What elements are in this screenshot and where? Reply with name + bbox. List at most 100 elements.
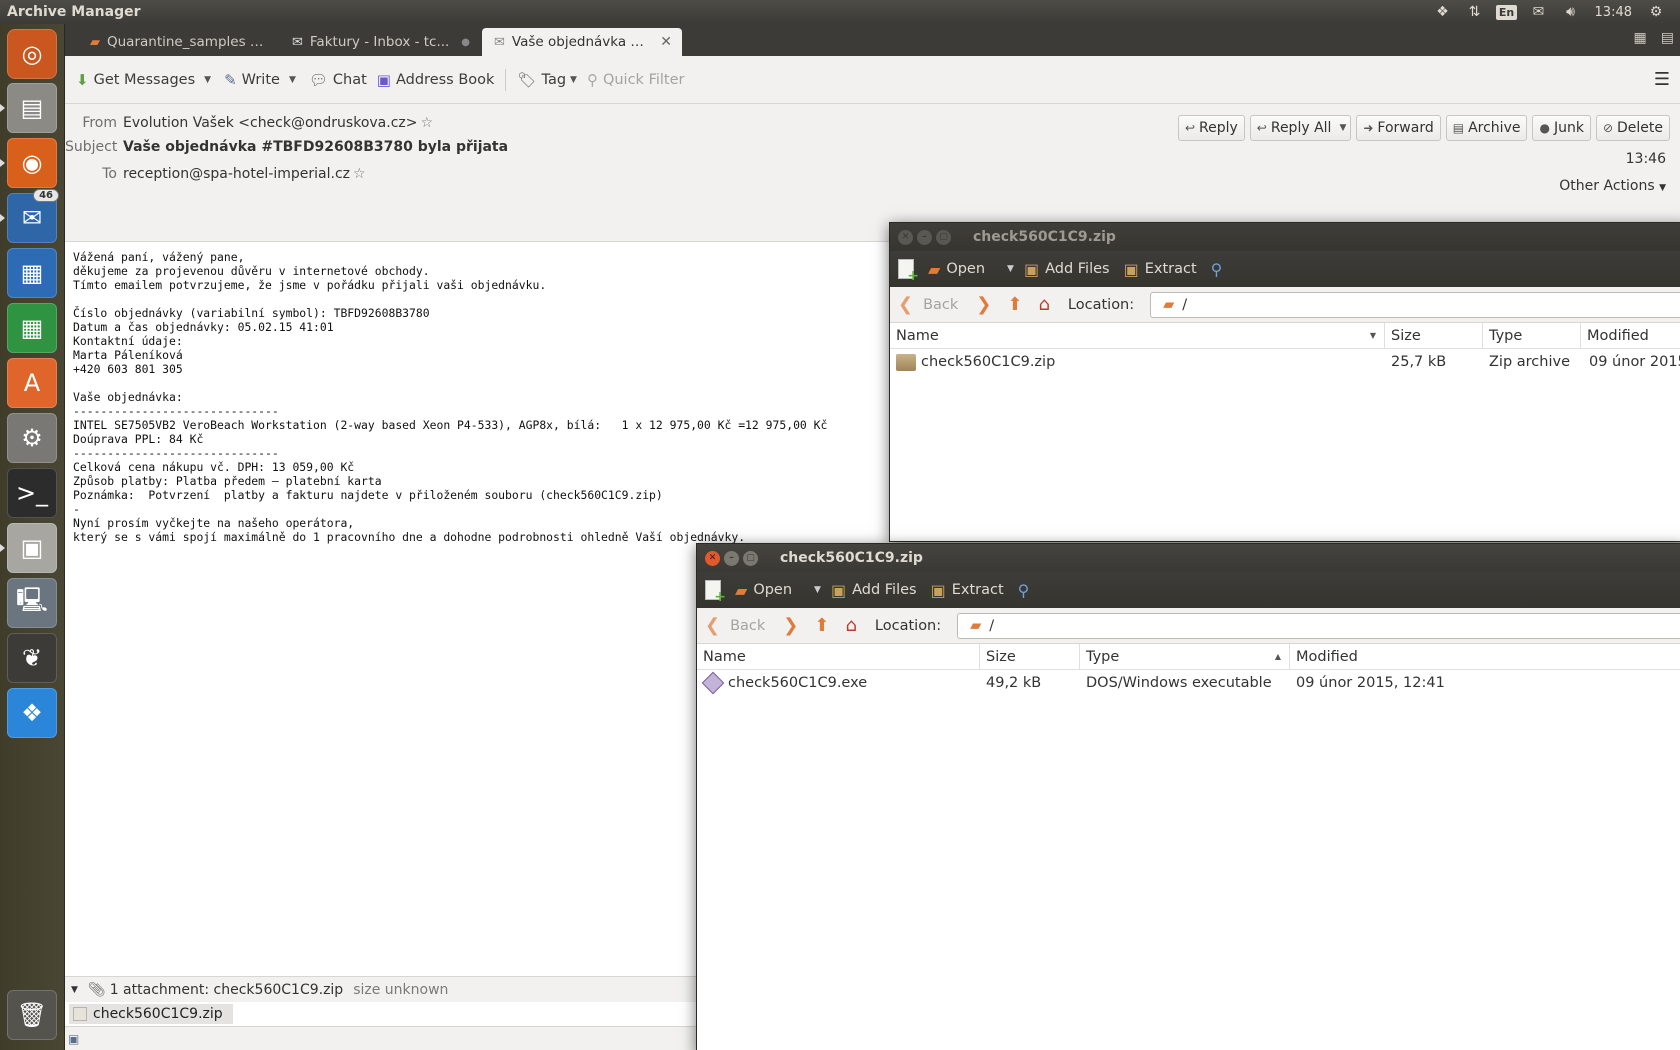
minimize-window-icon[interactable]: – [724,550,739,566]
writer-icon[interactable]: ▦ [7,248,57,298]
up-arrow-icon[interactable]: ⬆ [1007,294,1022,315]
archive-button[interactable]: ▤ Archive [1445,115,1528,141]
new-archive-button[interactable] [705,580,726,605]
tag-button[interactable]: 🏷︎ Tag ▼ [512,65,582,95]
expand-triangle-icon[interactable]: ▼ [71,985,78,995]
add-files-button[interactable]: ▣ Add Files [831,581,917,600]
power-gear-icon[interactable]: ⚙ [1640,0,1672,24]
extract-button[interactable]: ▣ Extract [1124,260,1197,279]
keyboard-layout-indicator[interactable]: En [1491,0,1523,24]
to-value[interactable]: reception@spa-hotel-imperial.cz [123,166,350,182]
junk-button[interactable]: ● Junk [1532,115,1591,141]
archive-manager-icon[interactable]: ▣ [7,523,57,573]
online-status-icon[interactable]: ▣ [68,1032,79,1046]
chat-button[interactable]: 💬︎ Chat [304,65,372,95]
attachment-item[interactable]: check560C1C9.zip [69,1004,233,1024]
to-row: To reception@spa-hotel-imperial.cz ☆ [65,166,366,182]
system-settings-icon[interactable]: ⚙ [7,413,57,463]
column-modified[interactable]: Modified [1581,323,1680,348]
add-files-button[interactable]: ▣ Add Files [1024,260,1110,279]
up-arrow-icon[interactable]: ⬆ [814,615,829,636]
location-input[interactable]: ▰ / [1150,291,1680,318]
close-window-icon[interactable]: ✕ [898,229,913,245]
home-icon[interactable]: ⌂ [845,615,856,636]
trash-icon[interactable]: 🗑︎ [7,990,57,1040]
file-modified: 09 únor 2015, 12:41 [1296,675,1445,691]
forward-button[interactable]: ➜ Forward [1356,115,1441,141]
extract-button[interactable]: ▣ Extract [931,581,1004,600]
calc-icon[interactable]: ▦ [7,303,57,353]
mail-icon[interactable]: ✉ [1523,0,1555,24]
home-icon[interactable]: ⌂ [1038,294,1049,315]
file-row[interactable]: check560C1C9.exe 49,2 kB DOS/Windows exe… [697,670,1680,696]
open-dropdown-icon[interactable]: ▼ [814,585,821,595]
dash-home-icon[interactable]: ◎ [7,29,57,79]
tab-quarantine-samples[interactable]: ▰ Quarantine_samples - ... [78,28,278,56]
column-size[interactable]: Size [980,644,1080,669]
forward-arrow-icon[interactable]: ❯ [976,294,991,315]
open-button[interactable]: ▰ Open [735,581,792,600]
butterfly-app-icon[interactable]: ❦ [7,633,57,683]
tab-faktury-inbox[interactable]: ✉ Faktury - Inbox - tc... ● [280,28,480,56]
tab-list-icon[interactable]: ▦ [1634,30,1647,46]
from-label: From [82,115,117,131]
reply-all-dropdown-icon[interactable]: ▼ [1335,123,1350,133]
delete-button[interactable]: ⊘ Delete [1595,115,1670,141]
tab-vase-objednavka[interactable]: ✉ Vaše objednávka #... ✕ [482,28,682,56]
column-modified[interactable]: Modified [1290,644,1680,669]
reply-button[interactable]: ↩ Reply [1177,115,1245,141]
search-button[interactable]: ⚲ [1018,581,1030,600]
volume-icon[interactable]: 🔊︎ [1555,0,1587,24]
search-button[interactable]: ⚲ [1211,260,1223,279]
calendar-icon[interactable]: ▤ [1661,30,1674,46]
column-type[interactable]: Type ▲ [1080,644,1290,669]
new-archive-button[interactable] [898,259,919,284]
running-indicator [0,159,5,167]
address-book-icon: ▣ [376,70,391,89]
column-name[interactable]: Name [697,644,980,669]
from-value[interactable]: Evolution Vašek <check@ondruskova.cz> [123,115,418,131]
tab-close-icon[interactable]: ✕ [660,34,672,50]
dropbox-icon[interactable]: ❖ [7,688,57,738]
other-actions-menu[interactable]: Other Actions ▼ [1559,178,1666,194]
clock[interactable]: 13:48 [1587,5,1640,20]
quick-filter-button[interactable]: ⚲ Quick Filter [582,65,690,95]
app-menu-icon[interactable]: ☰ [1654,69,1670,90]
software-center-icon[interactable]: A [7,358,57,408]
back-arrow-icon[interactable]: ❮ [898,294,913,315]
file-row[interactable]: check560C1C9.zip 25,7 kB Zip archive 09 … [890,349,1680,375]
files-app-icon[interactable]: ▤ [7,83,57,133]
address-book-button[interactable]: ▣ Address Book [372,65,500,95]
maximize-window-icon[interactable]: ▢ [743,550,758,566]
folder-icon: ▰ [1163,296,1175,313]
close-window-icon[interactable]: ✕ [705,550,720,566]
column-type[interactable]: Type [1483,323,1581,348]
column-size[interactable]: Size [1385,323,1483,348]
back-arrow-icon[interactable]: ❮ [705,615,720,636]
message-time: 13:46 [1625,151,1666,167]
forward-arrow-icon[interactable]: ❯ [783,615,798,636]
column-name[interactable]: Name ▼ [890,323,1385,348]
maximize-window-icon[interactable]: ▢ [936,229,951,245]
location-input[interactable]: ▰ / [957,612,1680,639]
get-messages-dropdown[interactable]: ▼ [204,75,211,85]
write-button[interactable]: ✎ Write [219,65,285,95]
star-icon[interactable]: ☆ [421,115,434,131]
terminal-icon[interactable]: >_ [7,468,57,518]
star-icon[interactable]: ☆ [353,166,366,182]
dropbox-tray-icon[interactable]: ❖ [1427,0,1459,24]
firefox-icon[interactable]: ◉ [7,138,57,188]
write-dropdown[interactable]: ▼ [289,75,296,85]
open-button[interactable]: ▰ Open [928,260,985,279]
network-icon[interactable]: ⇅ [1459,0,1491,24]
reply-all-button[interactable]: ↩ Reply All ▼ [1249,115,1352,141]
open-dropdown-icon[interactable]: ▼ [1007,264,1014,274]
minimize-window-icon[interactable]: – [917,229,932,245]
get-messages-button[interactable]: ⬇ Get Messages [71,65,200,95]
launcher: ◎ ▤ ◉ ✉ 46 ▦ ▦ A ⚙ >_ ▣ 🖳 ❦ ❖ 🗑︎ [0,24,65,1050]
back-button[interactable]: Back [923,297,958,313]
back-button[interactable]: Back [730,618,765,634]
tab-close-icon[interactable]: ● [461,37,470,48]
thunderbird-icon[interactable]: ✉ 46 [7,189,59,243]
remote-desktop-icon[interactable]: 🖳 [7,578,57,628]
